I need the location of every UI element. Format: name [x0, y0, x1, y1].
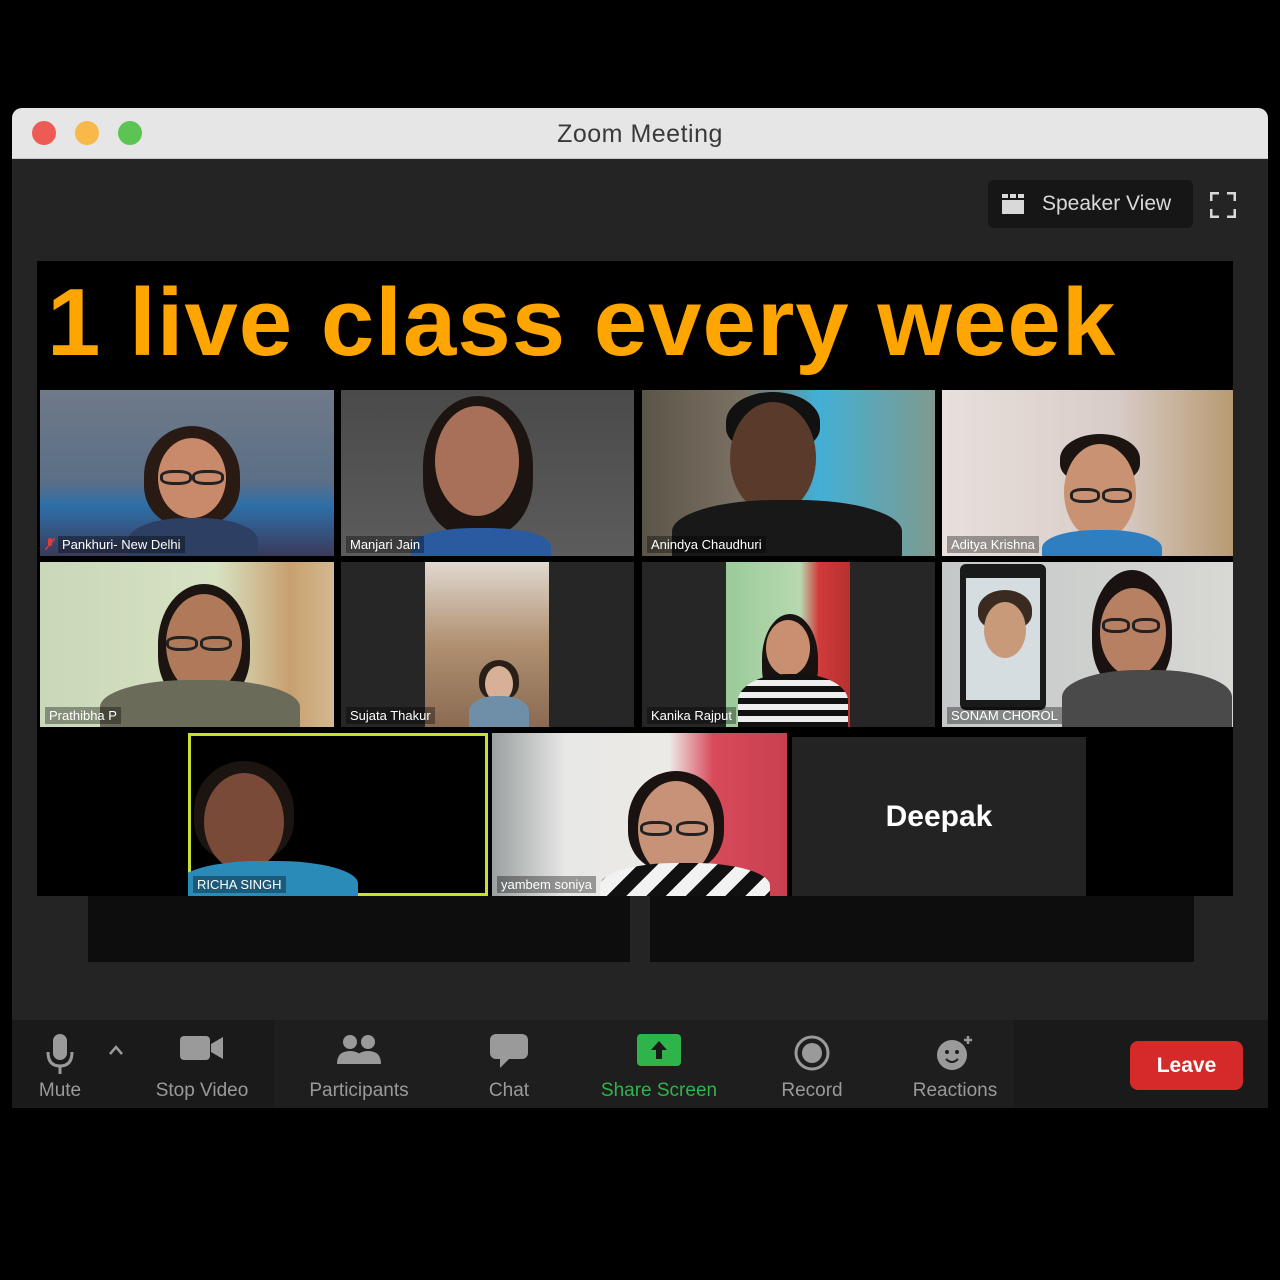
video-camera-icon [180, 1036, 223, 1060]
promo-headline: 1 live class every week [47, 269, 1117, 376]
meeting-toolbar: Mute Stop Video Participants Chat Share … [12, 1020, 1268, 1108]
share-screen-button[interactable]: Share Screen [579, 1020, 739, 1108]
participant-name: Anindya Chaudhuri [647, 536, 766, 553]
stop-video-label: Stop Video [155, 1080, 249, 1101]
video-tile[interactable]: Manjari Jain [341, 390, 634, 556]
mute-label: Mute [38, 1080, 82, 1101]
chat-button[interactable]: Chat [449, 1020, 569, 1108]
fullscreen-icon[interactable] [1210, 192, 1236, 218]
reactions-label: Reactions [912, 1080, 998, 1101]
chevron-up-icon[interactable] [108, 1044, 124, 1056]
view-label: Speaker View [1042, 192, 1172, 215]
video-tile[interactable]: Prathibha P [40, 562, 334, 727]
participant-name: RICHA SINGH [193, 876, 286, 893]
participant-name: Kanika Rajput [647, 707, 736, 724]
window-title: Zoom Meeting [557, 120, 723, 148]
video-tile[interactable]: SONAM CHOROL [942, 562, 1233, 727]
participants-label: Participants [309, 1080, 409, 1101]
video-tile[interactable]: Kanika Rajput [642, 562, 935, 727]
video-tile[interactable]: Anindya Chaudhuri [642, 390, 935, 556]
underlying-video-panels [88, 890, 1194, 962]
share-screen-icon [637, 1034, 681, 1066]
record-button[interactable]: Record [752, 1020, 872, 1108]
participant-name: Aditya Krishna [947, 536, 1039, 553]
muted-mic-icon [45, 538, 55, 550]
reactions-button[interactable]: Reactions [886, 1020, 1024, 1108]
chat-bubble-icon [490, 1034, 528, 1068]
participant-name: SONAM CHOROL [947, 707, 1062, 724]
microphone-icon [46, 1034, 74, 1074]
participants-button[interactable]: Participants [284, 1020, 434, 1108]
video-tile[interactable]: yambem soniya [492, 733, 787, 896]
chat-label: Chat [488, 1080, 530, 1101]
record-icon [794, 1035, 830, 1071]
share-screen-label: Share Screen [600, 1080, 718, 1101]
stop-video-button[interactable]: Stop Video [132, 1020, 272, 1108]
meeting-controls: Participants Chat Share Screen Record Re… [274, 1020, 1014, 1108]
record-label: Record [781, 1080, 843, 1101]
participant-name: Prathibha P [45, 707, 121, 724]
view-switch-button[interactable]: Speaker View [988, 180, 1193, 228]
video-tile[interactable]: Pankhuri- New Delhi [40, 390, 334, 556]
participant-name: Manjari Jain [346, 536, 425, 553]
video-tile-active-speaker[interactable]: RICHA SINGH [188, 733, 488, 896]
gallery-grid-icon [1002, 194, 1024, 214]
title-bar: Zoom Meeting [12, 108, 1268, 159]
video-tile[interactable]: Sujata Thakur [341, 562, 634, 727]
video-tile-no-video[interactable]: Deepak [792, 737, 1086, 896]
av-controls: Mute Stop Video [12, 1020, 272, 1108]
video-panel [88, 890, 630, 962]
mute-button[interactable]: Mute [12, 1020, 108, 1108]
participant-name: yambem soniya [497, 876, 597, 893]
video-tile[interactable]: Aditya Krishna [942, 390, 1233, 556]
participant-name: Sujata Thakur [346, 707, 435, 724]
reactions-icon [937, 1036, 972, 1070]
participant-name: Pankhuri- New Delhi [58, 536, 185, 553]
participant-name: Deepak [885, 800, 993, 833]
video-panel [650, 890, 1194, 962]
promo-overlay: 1 live class every week Pankhuri- New De… [37, 261, 1233, 896]
participants-icon [337, 1035, 381, 1064]
leave-button[interactable]: Leave [1130, 1041, 1243, 1090]
